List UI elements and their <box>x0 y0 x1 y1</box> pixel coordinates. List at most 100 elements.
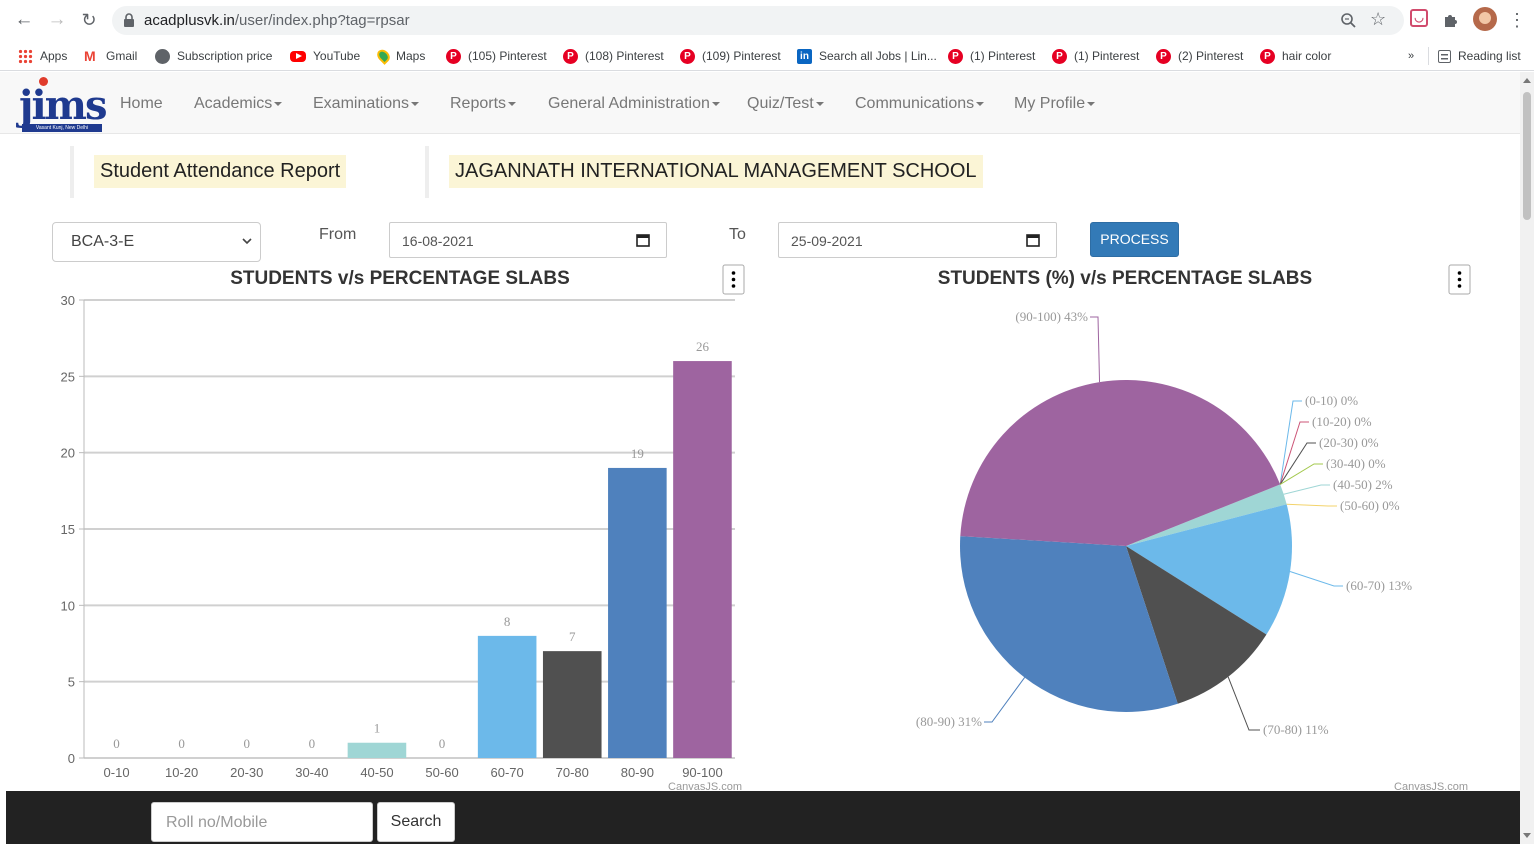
x-tick-label: 90-100 <box>682 765 722 780</box>
students-bar-chart: STUDENTS v/s PERCENTAGE SLABS 0510152025… <box>61 264 745 793</box>
bookmark-pinterest-2[interactable]: P (2) Pinterest <box>1156 46 1243 66</box>
pinterest-icon: P <box>680 48 695 64</box>
caret-down-icon <box>815 101 824 106</box>
browser-menu-icon[interactable]: ⋮ <box>1505 8 1529 32</box>
back-icon[interactable]: ← <box>12 8 36 32</box>
bookmark-youtube[interactable]: YouTube <box>290 46 360 66</box>
zoom-icon[interactable] <box>1340 12 1357 29</box>
bar-40-50 <box>347 742 407 758</box>
y-tick-label: 15 <box>61 522 75 537</box>
bookmarks-bar: Apps M Gmail Subscription price YouTube … <box>0 40 1534 71</box>
pie-slice-label: (70-80) 11% <box>1263 722 1329 737</box>
pinterest-icon: P <box>948 48 963 64</box>
from-date-input[interactable]: 16-08-2021 <box>389 222 667 258</box>
calendar-icon[interactable] <box>1026 233 1040 247</box>
apps-grid-icon <box>18 48 33 64</box>
bookmark-pinterest-105[interactable]: P (105) Pinterest <box>446 46 547 66</box>
header-divider <box>425 146 429 198</box>
search-button[interactable]: Search <box>377 802 455 842</box>
pinterest-icon: P <box>446 48 461 64</box>
site-navbar: jims Vasant Kunj, New Delhi Home Academi… <box>0 72 1520 134</box>
bookmark-linkedin[interactable]: in Search all Jobs | Lin... <box>797 46 937 66</box>
scroll-thumb[interactable] <box>1523 92 1531 220</box>
bookmark-pinterest-108[interactable]: P (108) Pinterest <box>563 46 664 66</box>
bar-value-label: 0 <box>439 736 446 751</box>
x-tick-label: 60-70 <box>491 765 524 780</box>
reading-list-button[interactable]: Reading list <box>1438 46 1521 66</box>
pie-slice-label: (20-30) 0% <box>1319 435 1379 450</box>
bar-70-80 <box>542 651 602 758</box>
profile-avatar[interactable] <box>1473 7 1497 31</box>
bar-value-label: 0 <box>178 736 185 751</box>
to-date-input[interactable]: 25-09-2021 <box>778 222 1057 258</box>
bookmarks-divider <box>1428 47 1429 65</box>
bookmark-hair-color[interactable]: P hair color <box>1260 46 1331 66</box>
pie-slice-label: (40-50) 2% <box>1333 477 1393 492</box>
chevron-down-icon <box>242 238 252 245</box>
globe-icon <box>155 48 170 64</box>
bar-80-90 <box>608 467 667 758</box>
x-tick-label: 30-40 <box>295 765 328 780</box>
pie-label-connector <box>1283 484 1330 495</box>
bar-value-label: 26 <box>696 339 710 354</box>
nav-general-administration[interactable]: General Administration <box>548 95 720 113</box>
bar-chart-menu-button[interactable] <box>722 264 745 295</box>
address-bar[interactable]: acadplusvk.in /user/index.php?tag=rpsar … <box>112 6 1404 35</box>
bookmark-pinterest-1b[interactable]: P (1) Pinterest <box>1052 46 1139 66</box>
nav-reports[interactable]: Reports <box>450 95 517 113</box>
browser-toolbar: ← → ↻ acadplusvk.in /user/index.php?tag=… <box>0 0 1534 40</box>
bookmark-pinterest-1a[interactable]: P (1) Pinterest <box>948 46 1035 66</box>
scroll-up-icon[interactable] <box>1523 78 1531 83</box>
pie-slice-label: (50-60) 0% <box>1340 498 1400 513</box>
pinterest-icon: P <box>563 48 578 64</box>
linkedin-icon: in <box>797 48 812 64</box>
from-label: From <box>319 226 357 243</box>
bookmarks-overflow[interactable]: » <box>1408 46 1414 66</box>
x-tick-label: 10-20 <box>165 765 198 780</box>
forward-icon[interactable]: → <box>45 8 69 32</box>
jims-logo[interactable]: jims Vasant Kunj, New Delhi <box>19 76 108 132</box>
bookmark-apps[interactable]: Apps <box>18 46 67 66</box>
pie-slice-label: (80-90) 31% <box>916 714 982 729</box>
nav-communications[interactable]: Communications <box>855 95 985 113</box>
caret-down-icon <box>1087 101 1096 106</box>
bar-value-label: 19 <box>631 446 644 461</box>
scroll-down-icon[interactable] <box>1523 833 1531 838</box>
caret-down-icon <box>508 101 517 106</box>
bookmark-pinterest-109[interactable]: P (109) Pinterest <box>680 46 781 66</box>
nav-home[interactable]: Home <box>120 95 163 113</box>
bookmark-gmail[interactable]: M Gmail <box>84 46 137 66</box>
nav-quiz-test[interactable]: Quiz/Test <box>747 95 824 113</box>
bookmark-maps[interactable]: Maps <box>374 46 425 66</box>
extensions-puzzle-icon[interactable] <box>1442 9 1462 29</box>
pie-slice-label: (30-40) 0% <box>1326 456 1386 471</box>
caret-down-icon <box>711 101 720 106</box>
roll-number-input[interactable]: Roll no/Mobile <box>151 802 373 842</box>
class-select[interactable]: BCA-3-E <box>52 222 261 262</box>
bookmark-subscription[interactable]: Subscription price <box>155 46 272 66</box>
pocket-extension-icon[interactable]: ◡ <box>1410 9 1428 27</box>
pinterest-icon: P <box>1260 48 1275 64</box>
page-title: Student Attendance Report <box>94 155 347 188</box>
bookmark-star-icon[interactable]: ☆ <box>1370 9 1386 30</box>
nav-academics[interactable]: Academics <box>194 95 283 113</box>
y-tick-label: 20 <box>61 446 75 461</box>
caret-down-icon <box>411 101 420 106</box>
reload-icon[interactable]: ↻ <box>77 8 101 32</box>
bar-value-label: 1 <box>374 721 381 736</box>
x-tick-label: 40-50 <box>360 765 393 780</box>
nav-examinations[interactable]: Examinations <box>313 95 420 113</box>
to-label: To <box>729 226 746 243</box>
y-tick-label: 10 <box>61 598 75 613</box>
pie-label-connector <box>984 677 1026 723</box>
lock-icon[interactable] <box>124 13 134 27</box>
nav-my-profile[interactable]: My Profile <box>1014 95 1096 113</box>
x-tick-label: 50-60 <box>425 765 458 780</box>
calendar-icon[interactable] <box>636 233 650 247</box>
x-tick-label: 20-30 <box>230 765 263 780</box>
pie-chart-menu-button[interactable] <box>1448 264 1471 295</box>
youtube-icon <box>290 50 306 62</box>
process-button[interactable]: PROCESS <box>1090 222 1179 257</box>
page-scrollbar[interactable] <box>1520 72 1534 844</box>
caret-down-icon <box>976 101 985 106</box>
